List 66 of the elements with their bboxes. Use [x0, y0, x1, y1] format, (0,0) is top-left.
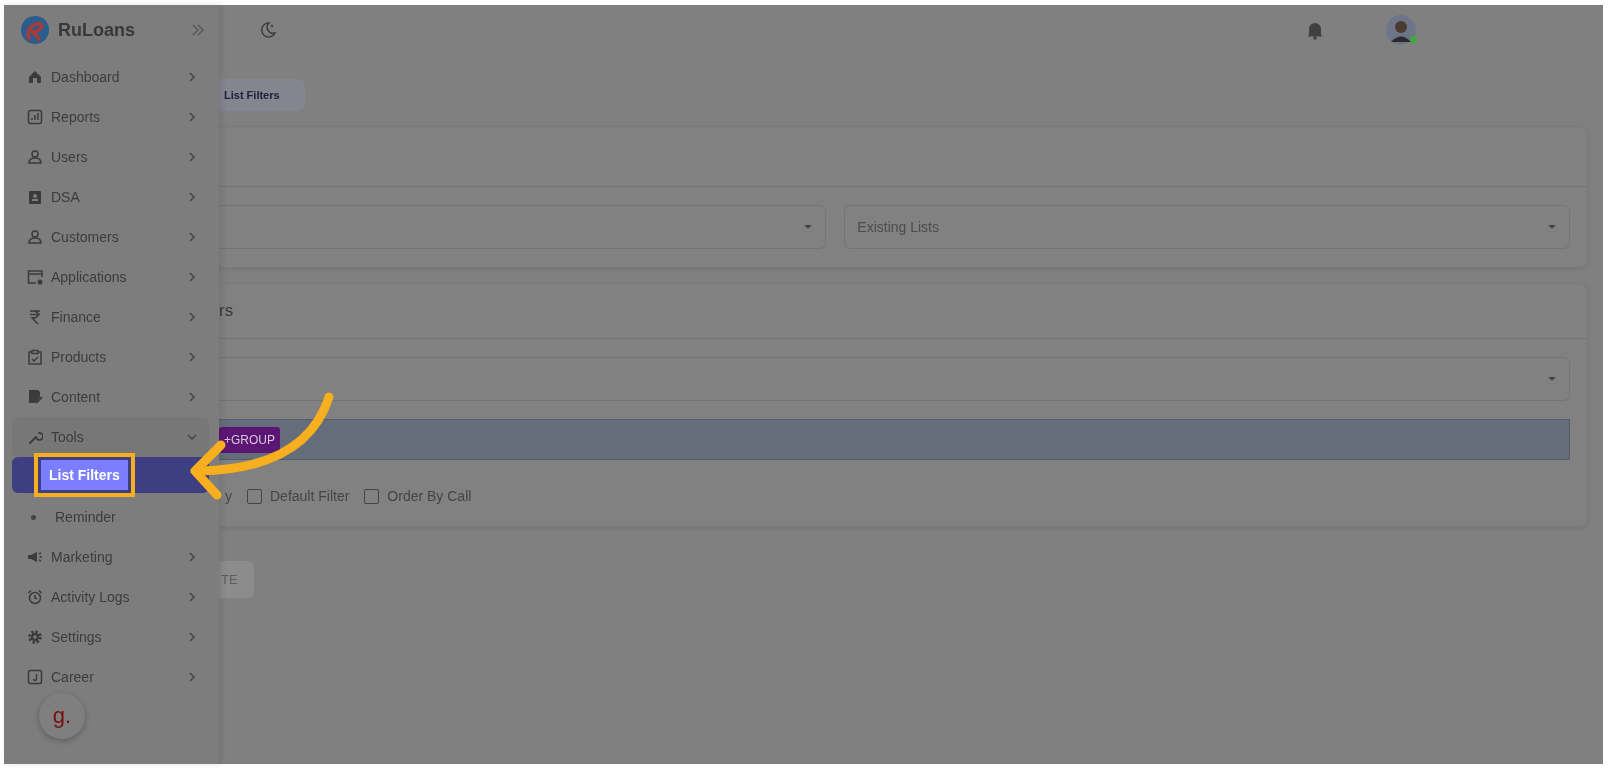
highlight-frame: List Filters: [34, 453, 135, 497]
sidebar-item[interactable]: Marketing: [12, 537, 209, 577]
caret-icon: [1547, 376, 1557, 382]
breadcrumb-tab[interactable]: List Filters: [219, 79, 305, 111]
add-group-button[interactable]: +GROUP: [219, 426, 280, 453]
sidebar-item[interactable]: Users: [12, 137, 209, 177]
checkbox-label: y: [225, 488, 232, 504]
chevron-right-icon: [187, 672, 197, 682]
sidebar-item[interactable]: Customers: [12, 217, 209, 257]
alarm-clock-icon: [27, 589, 43, 605]
chevron-right-icon: [187, 592, 197, 602]
chevron-right-icon: [187, 192, 197, 202]
clipboard-icon: [27, 349, 43, 365]
person-icon: [27, 229, 43, 245]
chevron-right-icon: [187, 232, 197, 242]
chevron-right-icon: [187, 112, 197, 122]
sidebar-item[interactable]: Settings: [12, 617, 209, 657]
id-badge-icon: [27, 189, 43, 205]
chevron-right-icon: [187, 272, 197, 282]
chevron-right-icon: [187, 152, 197, 162]
chevron-right-icon: [187, 72, 197, 82]
help-widget-button[interactable]: g.: [39, 693, 85, 739]
sidebar-item[interactable]: Products: [12, 337, 209, 377]
chevron-right-icon: [187, 352, 197, 362]
bullet-icon: [31, 514, 36, 520]
sidebar-item[interactable]: Reports: [12, 97, 209, 137]
chevron-right-icon: [187, 392, 197, 402]
wrench-icon: [27, 429, 43, 445]
select-field[interactable]: [219, 357, 1570, 401]
window-gear-icon: [27, 269, 43, 285]
brand-name: RuLoans: [58, 19, 136, 41]
checkbox[interactable]: [247, 488, 262, 504]
document-pen-icon: [27, 389, 43, 405]
double-chevron-icon[interactable]: [191, 24, 205, 36]
sidebar-item[interactable]: DSA: [12, 177, 209, 217]
chevron-down-icon: [187, 432, 197, 442]
logo-icon: [20, 15, 50, 45]
sidebar-item[interactable]: Content: [12, 377, 209, 417]
caret-icon: [803, 224, 814, 230]
house-icon: [27, 69, 43, 85]
card-title: rs: [219, 301, 234, 321]
submenu-item[interactable]: Reminder: [12, 497, 209, 537]
megaphone-icon: [27, 549, 43, 565]
chevron-right-icon: [187, 312, 197, 322]
person-icon: [27, 149, 43, 165]
person-silhouette-icon: [1386, 15, 1416, 45]
rupee-icon: [27, 309, 43, 325]
bell-icon[interactable]: [1306, 20, 1324, 40]
status-dot: [1410, 36, 1417, 43]
gear-icon: [27, 629, 43, 645]
caret-icon: [1547, 224, 1557, 230]
sidebar-item[interactable]: Tools: [12, 417, 209, 457]
select-field[interactable]: [219, 205, 827, 249]
chevron-right-icon: [187, 552, 197, 562]
checkbox[interactable]: [364, 488, 380, 504]
checkbox-label: Default Filter: [270, 488, 350, 504]
sidebar-item[interactable]: Finance: [12, 297, 209, 337]
checkbox-label: Order By Call: [387, 488, 472, 504]
moon-icon[interactable]: [259, 21, 277, 39]
chevron-right-icon: [187, 632, 197, 642]
chart-icon: [27, 109, 43, 125]
sidebar-item[interactable]: Activity Logs: [12, 577, 209, 617]
sidebar-item[interactable]: Dashboard: [12, 57, 209, 97]
user-avatar[interactable]: [1386, 15, 1416, 45]
sidebar-item[interactable]: Applications: [12, 257, 209, 297]
square-icon: [27, 669, 43, 685]
